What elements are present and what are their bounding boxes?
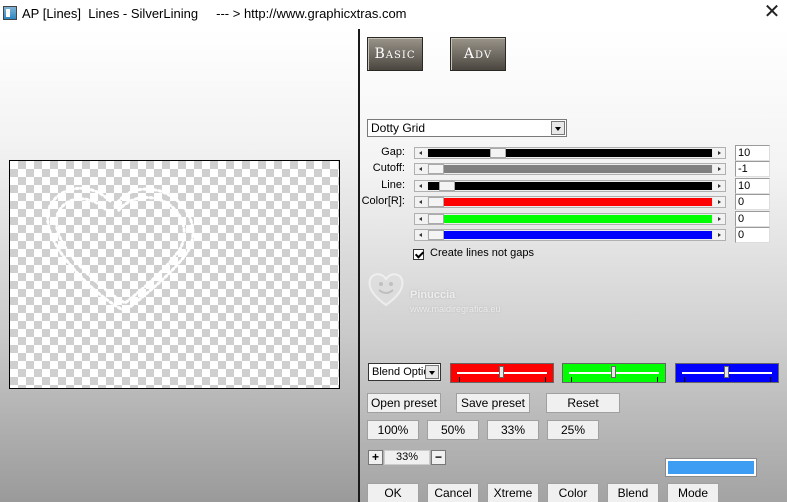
slider-thumb[interactable] <box>428 230 444 240</box>
preview-pane <box>0 29 358 502</box>
param-value-field[interactable]: 0 <box>735 211 770 227</box>
effect-mode-value: Dotty Grid <box>371 121 426 135</box>
arrow-right-icon[interactable] <box>713 148 725 158</box>
tab-basic[interactable]: Basic <box>367 37 423 71</box>
blend-button[interactable]: Blend <box>607 483 659 502</box>
color-swatch[interactable] <box>665 458 757 477</box>
arrow-left-icon[interactable] <box>415 148 427 158</box>
param-value-field[interactable]: 10 <box>735 178 770 194</box>
tab-adv[interactable]: Adv <box>450 37 506 71</box>
slider-thumb[interactable] <box>428 197 444 207</box>
watermark: Pinuccia www.maidiregrafica.eu <box>366 269 536 319</box>
save-preset-button[interactable]: Save preset <box>456 393 530 413</box>
slider-track <box>428 215 712 223</box>
param-value-field[interactable]: 0 <box>735 194 770 210</box>
zoom-100-button[interactable]: 100% <box>367 420 419 440</box>
param-label: Gap: <box>381 146 405 158</box>
range-tick <box>684 377 685 382</box>
param-value-field[interactable]: 0 <box>735 227 770 243</box>
slider-thumb[interactable] <box>490 148 506 158</box>
create-lines-checkbox[interactable] <box>413 249 424 260</box>
zoom-25-button[interactable]: 25% <box>547 420 599 440</box>
effect-mode-select[interactable]: Dotty Grid <box>367 119 567 137</box>
arrow-left-icon[interactable] <box>415 230 427 240</box>
app-icon <box>3 6 17 20</box>
xtreme-button[interactable]: Xtreme <box>487 483 539 502</box>
ok-button[interactable]: OK <box>367 483 419 502</box>
zoom-50-button[interactable]: 50% <box>427 420 479 440</box>
zoom-33-button[interactable]: 33% <box>487 420 539 440</box>
param-value-field[interactable]: -1 <box>735 161 770 177</box>
arrow-right-icon[interactable] <box>713 214 725 224</box>
color-range-slider[interactable] <box>562 363 666 383</box>
param-label: Color[R]: <box>361 195 405 207</box>
arrow-right-icon[interactable] <box>713 230 725 240</box>
arrow-left-icon[interactable] <box>415 214 427 224</box>
heart-logo-icon <box>368 273 404 307</box>
slider-thumb[interactable] <box>439 181 455 191</box>
zoom-out-button[interactable]: − <box>431 450 446 465</box>
watermark-name: Pinuccia <box>410 289 456 301</box>
create-lines-label: Create lines not gaps <box>430 247 534 259</box>
range-tick <box>657 377 658 382</box>
range-tick <box>459 377 460 382</box>
arrow-right-icon[interactable] <box>713 181 725 191</box>
param-slider[interactable] <box>414 147 726 159</box>
watermark-url: www.maidiregrafica.eu <box>410 304 501 314</box>
reset-button[interactable]: Reset <box>546 393 620 413</box>
zoom-level-field: 33% <box>384 450 430 465</box>
color-range-slider[interactable] <box>450 363 554 383</box>
slider-track <box>428 182 712 190</box>
param-slider[interactable] <box>414 180 726 192</box>
chevron-down-icon[interactable] <box>425 365 439 379</box>
param-label: Line: <box>381 179 405 191</box>
mode-button[interactable]: Mode <box>667 483 719 502</box>
param-slider[interactable] <box>414 229 726 241</box>
slider-thumb[interactable] <box>611 366 616 378</box>
param-slider[interactable] <box>414 163 726 175</box>
arrow-left-icon[interactable] <box>415 197 427 207</box>
range-tick <box>571 377 572 382</box>
param-value-field[interactable]: 10 <box>735 145 770 161</box>
slider-track <box>428 149 712 157</box>
slider-track <box>428 165 712 173</box>
controls-pane: Basic Adv Dotty Grid Gap: 10 Cutoff: -1 Line… <box>360 29 787 502</box>
param-slider[interactable] <box>414 196 726 208</box>
heart-shape-preview <box>46 186 195 313</box>
blend-options-value: Blend Optio <box>372 366 430 378</box>
param-slider[interactable] <box>414 213 726 225</box>
cancel-button[interactable]: Cancel <box>427 483 479 502</box>
zoom-in-button[interactable]: + <box>368 450 383 465</box>
arrow-right-icon[interactable] <box>713 164 725 174</box>
param-label: Cutoff: <box>372 162 405 174</box>
range-tick <box>545 377 546 382</box>
slider-track <box>428 198 712 206</box>
window-title: AP [Lines] Lines - SilverLining --- > ht… <box>22 6 407 21</box>
color-range-slider[interactable] <box>675 363 779 383</box>
chevron-down-icon[interactable] <box>551 121 565 135</box>
slider-track <box>428 231 712 239</box>
arrow-right-icon[interactable] <box>713 197 725 207</box>
range-tick <box>770 377 771 382</box>
blend-options-select[interactable]: Blend Optio <box>368 363 441 381</box>
preview-canvas[interactable] <box>9 160 340 389</box>
slider-thumb[interactable] <box>499 366 504 378</box>
close-button[interactable]: ✕ <box>760 2 784 24</box>
title-bar: AP [Lines] Lines - SilverLining --- > ht… <box>0 0 787 29</box>
color-button[interactable]: Color <box>547 483 599 502</box>
slider-thumb[interactable] <box>428 214 444 224</box>
arrow-left-icon[interactable] <box>415 164 427 174</box>
open-preset-button[interactable]: Open preset <box>367 393 441 413</box>
slider-thumb[interactable] <box>428 164 444 174</box>
slider-thumb[interactable] <box>724 366 729 378</box>
arrow-left-icon[interactable] <box>415 181 427 191</box>
